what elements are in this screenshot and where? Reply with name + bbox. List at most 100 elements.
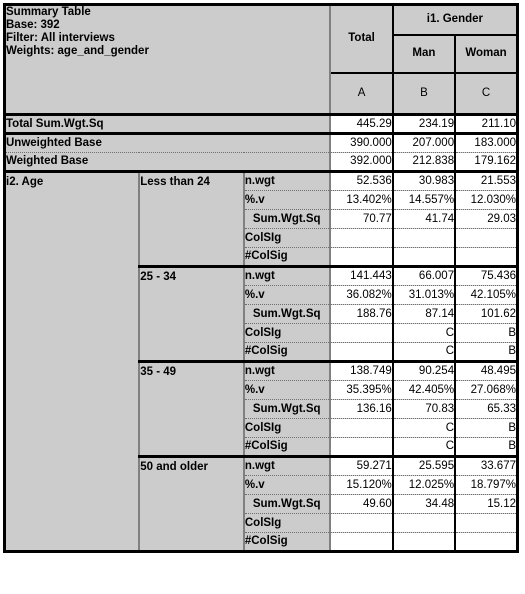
stat-label: ColSIg bbox=[242, 228, 332, 248]
stat-label: n.wgt bbox=[242, 360, 332, 381]
stat-label: %.v bbox=[242, 475, 332, 495]
stat-label: %.v bbox=[242, 285, 332, 305]
summary-row-value: 392.000 bbox=[330, 152, 393, 173]
data-cell: 13.402% bbox=[330, 190, 393, 210]
stat-label: Sum.Wgt.Sq bbox=[242, 304, 332, 324]
report-title-line: Filter: All interviews bbox=[6, 32, 115, 44]
data-cell: 59.271 bbox=[330, 455, 393, 476]
summary-row: Weighted Base 392.000 212.838 179.162 bbox=[4, 152, 518, 173]
data-cell bbox=[391, 228, 456, 248]
header-letters-spacer bbox=[4, 72, 332, 116]
report-title-line: Summary Table bbox=[6, 6, 91, 18]
data-cell: 15.120% bbox=[330, 475, 393, 495]
data-cell: 15.12 bbox=[454, 494, 518, 514]
data-cell: 42.105% bbox=[454, 285, 518, 305]
data-cell: B bbox=[454, 418, 518, 438]
category-label: 25 - 34 bbox=[139, 265, 245, 362]
report-title-line: Weights: age_and_gender bbox=[6, 45, 149, 57]
data-cell: 12.025% bbox=[391, 475, 456, 495]
summary-row-value: 211.10 bbox=[454, 113, 518, 134]
header-row-group: Summary Table Base: 392 Filter: All interv… bbox=[4, 4, 518, 74]
data-cell: 33.677 bbox=[454, 455, 518, 476]
stat-label: %.v bbox=[242, 190, 332, 210]
column-header-total: Total bbox=[330, 4, 393, 74]
data-cell: 52.536 bbox=[330, 170, 393, 191]
summary-row-label: Total Sum.Wgt.Sq bbox=[4, 113, 332, 134]
stat-label: Sum.Wgt.Sq bbox=[242, 209, 332, 229]
variable-label-age: i2. Age bbox=[4, 170, 141, 552]
column-letter-b: B bbox=[391, 72, 456, 116]
data-cell: 136.16 bbox=[330, 399, 393, 419]
summary-row-value: 234.19 bbox=[391, 113, 456, 134]
column-letter-c: C bbox=[454, 72, 518, 116]
summary-row-value: 183.000 bbox=[454, 132, 518, 153]
summary-row-value: 212.838 bbox=[391, 152, 456, 173]
data-cell bbox=[330, 513, 393, 533]
summary-row-label: Weighted Base bbox=[4, 152, 332, 173]
data-cell: 29.03 bbox=[454, 209, 518, 229]
data-cell: 49.60 bbox=[330, 494, 393, 514]
data-cell bbox=[454, 532, 518, 553]
data-cell bbox=[330, 437, 393, 457]
stat-label: ColSIg bbox=[242, 513, 332, 533]
data-cell: B bbox=[454, 342, 518, 362]
summary-row-value: 390.000 bbox=[330, 132, 393, 153]
data-cell bbox=[391, 532, 456, 553]
stat-label: ColSIg bbox=[242, 418, 332, 438]
data-cell bbox=[330, 418, 393, 438]
data-cell bbox=[330, 228, 393, 248]
data-cell bbox=[391, 247, 456, 267]
data-cell: 31.013% bbox=[391, 285, 456, 305]
stat-label: n.wgt bbox=[242, 170, 332, 191]
summary-row-value: 179.162 bbox=[454, 152, 518, 173]
data-cell: 27.068% bbox=[454, 380, 518, 400]
data-cell: 41.74 bbox=[391, 209, 456, 229]
data-cell: 70.77 bbox=[330, 209, 393, 229]
summary-row-value: 445.29 bbox=[330, 113, 393, 134]
data-cell bbox=[330, 247, 393, 267]
data-cell: 48.495 bbox=[454, 360, 518, 381]
data-cell: 188.76 bbox=[330, 304, 393, 324]
data-cell bbox=[330, 532, 393, 553]
data-cell: 34.48 bbox=[391, 494, 456, 514]
stat-label: Sum.Wgt.Sq bbox=[242, 399, 332, 419]
data-cell: 66.007 bbox=[391, 265, 456, 286]
data-cell: 42.405% bbox=[391, 380, 456, 400]
data-cell: C bbox=[391, 342, 456, 362]
data-row: i2. Age Less than 24 n.wgt 52.536 30.983 21.5… bbox=[4, 170, 518, 552]
data-cell: B bbox=[454, 437, 518, 457]
stat-label: Sum.Wgt.Sq bbox=[242, 494, 332, 514]
stat-label: n.wgt bbox=[242, 265, 332, 286]
report-title-line: Base: 392 bbox=[6, 19, 60, 31]
data-cell: C bbox=[391, 437, 456, 457]
data-cell: C bbox=[391, 418, 456, 438]
data-cell bbox=[454, 247, 518, 267]
data-cell: 101.62 bbox=[454, 304, 518, 324]
stat-label: #ColSig bbox=[242, 437, 332, 457]
data-cell: 138.749 bbox=[330, 360, 393, 381]
summary-row-value: 207.000 bbox=[391, 132, 456, 153]
summary-row: Total Sum.Wgt.Sq 445.29 234.19 211.10 bbox=[4, 113, 518, 134]
data-cell: 14.557% bbox=[391, 190, 456, 210]
data-cell bbox=[454, 513, 518, 533]
data-cell: 90.254 bbox=[391, 360, 456, 381]
data-cell: 21.553 bbox=[454, 170, 518, 191]
summary-table: Summary Table Base: 392 Filter: All interv… bbox=[3, 3, 519, 553]
data-cell bbox=[454, 228, 518, 248]
data-cell: 35.395% bbox=[330, 380, 393, 400]
category-label: Less than 24 bbox=[139, 170, 245, 267]
stat-label: %.v bbox=[242, 380, 332, 400]
crosstab-report: Summary Table Base: 392 Filter: All interv… bbox=[0, 0, 525, 594]
column-header-woman: Woman bbox=[454, 34, 518, 74]
column-header-man: Man bbox=[391, 34, 456, 74]
data-cell: 18.797% bbox=[454, 475, 518, 495]
column-header-group-gender: i1. Gender bbox=[391, 4, 518, 36]
stat-label: n.wgt bbox=[242, 455, 332, 476]
data-cell: 12.030% bbox=[454, 190, 518, 210]
category-label: 35 - 49 bbox=[139, 360, 245, 457]
header-row-letters: ABC bbox=[4, 72, 518, 116]
data-cell: 36.082% bbox=[330, 285, 393, 305]
report-title-block: Summary Table Base: 392 Filter: All interv… bbox=[4, 4, 332, 73]
data-cell: 25.595 bbox=[391, 455, 456, 476]
data-cell: 70.83 bbox=[391, 399, 456, 419]
